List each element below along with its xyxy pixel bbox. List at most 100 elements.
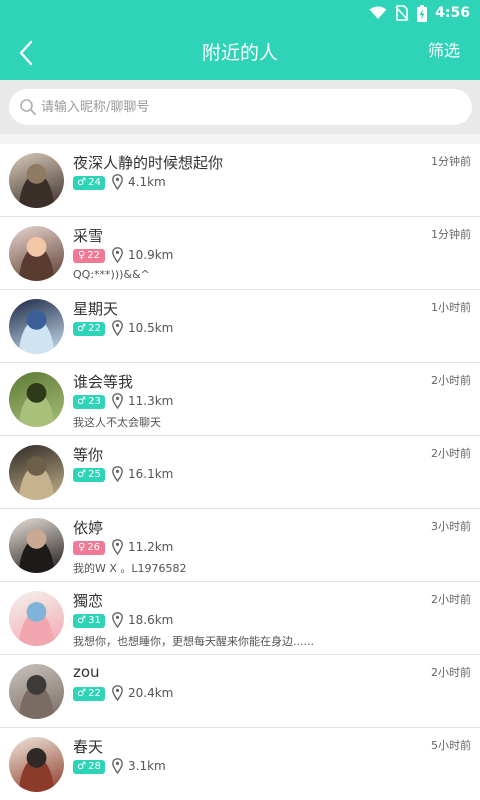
list-item[interactable]: 星期天 1小时前 ♂ 22 10.5km (0, 290, 480, 363)
gender-age-badge: ♀ 22 (73, 249, 105, 263)
last-active-time: 2小时前 (431, 593, 471, 606)
gender-age-badge: ♂ 22 (73, 322, 105, 336)
page-title: 附近的人 (201, 42, 278, 64)
avatar (9, 299, 64, 354)
distance-label: 10.9km (128, 248, 174, 262)
distance-label: 10.5km (128, 321, 174, 335)
age-label: 28 (88, 761, 101, 772)
age-label: 26 (87, 542, 101, 553)
avatar (9, 664, 64, 719)
location-pin-icon (112, 174, 123, 190)
gender-age-badge: ♂ 28 (73, 760, 105, 774)
signature-text: 我这人不太会聊天 (73, 416, 161, 429)
gender-age-badge: ♀ 26 (73, 541, 105, 555)
user-name: 夜深人静的时候想起你 (73, 154, 224, 172)
location-pin-icon (112, 685, 123, 701)
avatar (9, 445, 64, 500)
signature-text: 我想你，也想睡你，更想每天醒来你能在身边...... (73, 635, 314, 648)
age-label: 24 (88, 177, 101, 188)
last-active-time: 2小时前 (431, 374, 471, 387)
signature-text: 我的W X 。L1976582 (73, 562, 187, 575)
location-pin-icon (112, 247, 123, 263)
status-bar: 4:56 (0, 0, 480, 26)
list-item[interactable]: 谁会等我 2小时前 ♂ 23 11.3km 我这人不太会聊天 (0, 363, 480, 436)
no-sim-icon (395, 5, 409, 21)
location-pin-icon (112, 539, 123, 555)
avatar (9, 591, 64, 646)
gender-age-badge: ♂ 22 (73, 687, 105, 701)
age-label: 23 (88, 396, 101, 407)
location-pin-icon (112, 758, 123, 774)
title-bar: 附近的人 筛选 (0, 26, 480, 80)
age-label: 22 (87, 250, 101, 261)
battery-charging-icon (417, 4, 428, 22)
age-label: 22 (88, 688, 101, 699)
last-active-time: 2小时前 (431, 666, 471, 679)
search-icon (20, 99, 36, 115)
search-bar (0, 80, 480, 134)
last-active-time: 1小时前 (431, 301, 471, 314)
list-item[interactable]: zou 2小时前 ♂ 22 20.4km (0, 655, 480, 728)
user-name: 等你 (73, 446, 104, 464)
gender-icon: ♂ (77, 615, 87, 626)
gender-age-badge: ♂ 24 (73, 176, 105, 190)
search-box[interactable] (9, 89, 472, 125)
gender-age-badge: ♂ 23 (73, 395, 105, 409)
avatar (9, 153, 64, 208)
age-label: 25 (88, 469, 101, 480)
filter-button[interactable]: 筛选 (428, 26, 460, 80)
gender-icon: ♂ (77, 469, 87, 480)
gender-age-badge: ♂ 25 (73, 468, 105, 482)
status-time: 4:56 (435, 5, 470, 21)
gender-icon: ♂ (77, 396, 87, 407)
list-item[interactable]: 依婷 3小时前 ♀ 26 11.2km 我的W X 。L1976582 (0, 509, 480, 582)
list-item[interactable]: 夜深人静的时候想起你 1分钟前 ♂ 24 4.1km (0, 144, 480, 217)
last-active-time: 3小时前 (431, 520, 471, 533)
distance-label: 11.2km (128, 540, 174, 554)
avatar (9, 372, 64, 427)
distance-label: 20.4km (128, 686, 174, 700)
last-active-time: 1分钟前 (431, 228, 471, 241)
location-pin-icon (112, 393, 123, 409)
last-active-time: 2小时前 (431, 447, 471, 460)
list-item[interactable]: 春天 5小时前 ♂ 28 3.1km (0, 728, 480, 800)
wifi-icon (369, 6, 387, 19)
back-button[interactable] (6, 34, 46, 72)
user-name: 谁会等我 (73, 373, 134, 391)
gender-icon: ♂ (77, 761, 87, 772)
last-active-time: 1分钟前 (431, 155, 471, 168)
gender-icon: ♂ (77, 323, 87, 334)
list-item[interactable]: 獨恋 2小时前 ♂ 31 18.6km 我想你，也想睡你，更想每天醒来你能在身边.… (0, 582, 480, 655)
location-pin-icon (112, 466, 123, 482)
user-name: 依婷 (73, 519, 104, 537)
gender-icon: ♀ (77, 542, 86, 553)
user-name: 獨恋 (73, 592, 104, 610)
back-arrow-icon (19, 40, 33, 66)
location-pin-icon (112, 320, 123, 336)
gender-icon: ♂ (77, 688, 87, 699)
nearby-user-list: 夜深人静的时候想起你 1分钟前 ♂ 24 4.1km 采雪 1分钟前 ♀ 22 10… (0, 134, 480, 800)
distance-label: 3.1km (128, 759, 166, 773)
user-name: 春天 (73, 738, 104, 756)
list-item[interactable]: 采雪 1分钟前 ♀ 22 10.9km QQ:***)))&&^ (0, 217, 480, 290)
age-label: 22 (88, 323, 101, 334)
distance-label: 11.3km (128, 394, 174, 408)
list-item[interactable]: 等你 2小时前 ♂ 25 16.1km (0, 436, 480, 509)
distance-label: 16.1km (128, 467, 174, 481)
last-active-time: 5小时前 (431, 739, 471, 752)
gender-icon: ♂ (77, 177, 87, 188)
distance-label: 18.6km (128, 613, 174, 627)
search-input[interactable] (41, 99, 421, 115)
gender-age-badge: ♂ 31 (73, 614, 105, 628)
signature-text: QQ:***)))&&^ (73, 268, 150, 281)
avatar (9, 518, 64, 573)
user-name: zou (73, 663, 100, 681)
avatar (9, 226, 64, 281)
location-pin-icon (112, 612, 123, 628)
user-name: 星期天 (73, 300, 119, 318)
avatar (9, 737, 64, 792)
age-label: 31 (88, 615, 101, 626)
user-name: 采雪 (73, 227, 104, 245)
distance-label: 4.1km (128, 175, 166, 189)
gender-icon: ♀ (77, 250, 86, 261)
